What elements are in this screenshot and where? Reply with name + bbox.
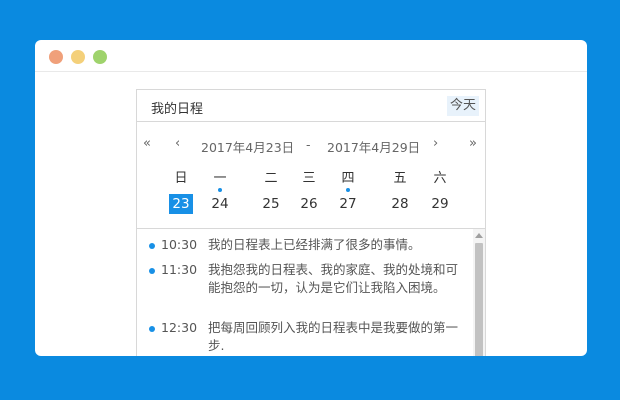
event-time: 11:30 xyxy=(161,262,198,277)
event-list: 10:30 我的日程表上已经排满了很多的事情。 11:30 我抱怨我的日程表、我… xyxy=(137,228,485,356)
weekday-label: 五 xyxy=(393,171,407,186)
event-bullet xyxy=(149,326,155,332)
weekday-label: 二 xyxy=(264,171,278,186)
range-separator: - xyxy=(306,137,311,152)
event-bullet xyxy=(149,243,155,249)
day-cell-selected[interactable]: 23 xyxy=(169,194,193,214)
calendar-title: 我的日程 xyxy=(151,102,204,117)
event-time: 12:30 xyxy=(161,320,198,335)
event-time: 10:30 xyxy=(161,237,198,252)
next-double-chevron-icon[interactable]: » xyxy=(469,136,477,151)
day-cell[interactable]: 29 xyxy=(428,194,452,214)
scroll-thumb[interactable] xyxy=(475,243,483,356)
window-close-button[interactable] xyxy=(49,50,63,64)
event-indicator-dot xyxy=(218,188,222,192)
event-text: 我抱怨我的日程表、我的家庭、我的处境和可能抱怨的一切，认为是它们让我陷入困境。 xyxy=(208,262,459,295)
scroll-up-arrow-icon[interactable] xyxy=(475,233,483,238)
weekday-label: 一 xyxy=(213,171,227,186)
weekday-label: 四 xyxy=(341,171,355,186)
window-minimize-button[interactable] xyxy=(71,50,85,64)
day-cell[interactable]: 28 xyxy=(388,194,412,214)
day-cell[interactable]: 25 xyxy=(259,194,283,214)
today-button[interactable]: 今天 xyxy=(446,96,479,116)
calendar-header: 我的日程 今天 xyxy=(137,90,485,122)
event-text: 我的日程表上已经排满了很多的事情。 xyxy=(208,237,421,252)
app-window: 我的日程 今天 « ‹ 2017年4月23日 - 2017年4月29日 › » … xyxy=(35,40,587,356)
window-maximize-button[interactable] xyxy=(93,50,107,64)
next-chevron-icon[interactable]: › xyxy=(433,136,438,151)
window-titlebar xyxy=(35,40,587,72)
event-text: 把每周回顾列入我的日程表中是我要做的第一步. xyxy=(208,320,459,353)
event-bullet xyxy=(149,268,155,274)
event-list-scrollbar[interactable] xyxy=(473,229,485,356)
weekday-label: 三 xyxy=(302,171,316,186)
range-start-date: 2017年4月23日 xyxy=(201,140,295,155)
event-indicator-dot xyxy=(346,188,350,192)
weekday-label: 六 xyxy=(433,171,447,186)
day-cell[interactable]: 24 xyxy=(208,194,232,214)
weekday-label: 日 xyxy=(174,171,188,186)
day-cell[interactable]: 26 xyxy=(297,194,321,214)
range-end-date: 2017年4月29日 xyxy=(327,140,421,155)
day-cell[interactable]: 27 xyxy=(336,194,360,214)
prev-chevron-icon[interactable]: ‹ xyxy=(175,136,180,151)
prev-double-chevron-icon[interactable]: « xyxy=(143,136,151,151)
schedule-calendar: 我的日程 今天 « ‹ 2017年4月23日 - 2017年4月29日 › » … xyxy=(136,89,486,356)
